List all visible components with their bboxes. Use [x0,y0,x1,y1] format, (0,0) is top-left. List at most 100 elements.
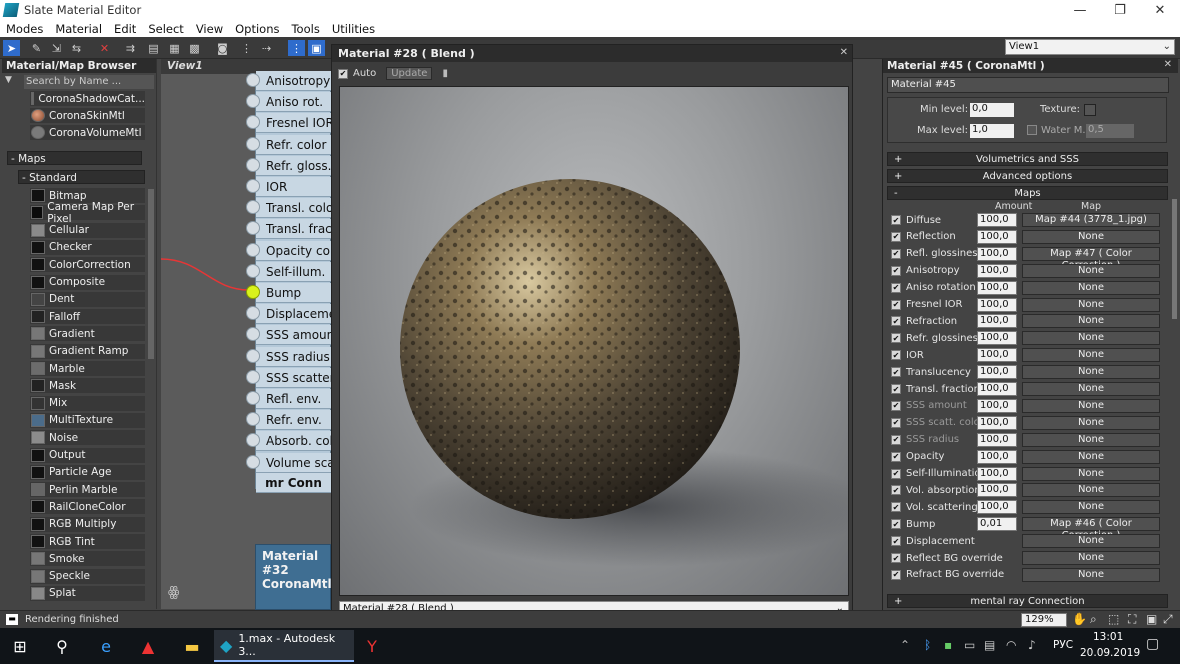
map-slot-button[interactable]: None [1022,449,1160,464]
standard-section-header[interactable]: - Standard [18,170,145,184]
rollout-maps[interactable]: - Maps [887,186,1168,200]
map-enable-checkbox[interactable]: ✔ [891,265,901,276]
notifications-icon[interactable]: ▢ [1146,636,1159,652]
browser-scrollbar[interactable] [148,189,154,359]
node-slot[interactable]: Volume scat. [256,452,331,473]
map-slot-button[interactable]: None [1022,398,1160,413]
navigation-icon[interactable]: ꙮ [168,585,179,600]
max-level-field[interactable]: 1,0 [970,124,1014,138]
node-footer[interactable]: mr Conn [256,473,331,493]
map-enable-checkbox[interactable]: ✔ [891,299,901,310]
map-amount-spinner[interactable]: 100,0 [977,263,1017,278]
menu-view[interactable]: View [190,22,229,36]
list-item[interactable]: CoronaShadowCat... [30,91,145,106]
list-item[interactable]: Perlin Marble [30,482,145,498]
menu-utilities[interactable]: Utilities [326,22,381,36]
node-slot[interactable]: IOR [256,177,331,197]
parameter-editor-toggle-icon[interactable]: ▣ [308,40,325,56]
map-slot-button[interactable]: None [1022,280,1160,295]
map-amount-spinner[interactable]: 100,0 [977,365,1017,380]
list-item[interactable]: Gradient [30,326,145,342]
node-socket[interactable] [246,391,260,405]
show-background-icon[interactable]: ▩ [186,40,203,56]
search-icon[interactable]: ⚲ [42,630,82,662]
material-name-field[interactable]: Material #45 [887,77,1169,93]
map-enable-checkbox[interactable]: ✔ [891,282,901,293]
listener-icon[interactable]: ▬ [6,614,18,625]
map-slot-button[interactable]: None [1022,466,1160,481]
node-slot[interactable]: Transl. color [256,198,331,219]
bluetooth-icon[interactable]: ᛒ [924,638,931,652]
node-slot[interactable]: Aniso rot. [256,92,331,113]
map-slot-button[interactable]: None [1022,567,1160,582]
params-close-icon[interactable]: ✕ [1164,59,1172,70]
list-item[interactable]: Gradient Ramp [30,343,145,359]
node-socket[interactable] [246,242,260,257]
map-amount-spinner[interactable]: 100,0 [977,280,1017,295]
material-browser-toggle-icon[interactable]: ⋮ [288,40,305,56]
map-enable-checkbox[interactable]: ✔ [891,400,901,411]
map-slot-button[interactable]: Map #47 ( Color Correction ) [1022,246,1160,271]
node-slot[interactable]: Absorb. color [256,431,331,452]
map-enable-checkbox[interactable]: ✔ [891,350,901,361]
node-slot[interactable]: Refr. env. [256,410,331,431]
map-amount-spinner[interactable]: 100,0 [977,432,1017,447]
menu-edit[interactable]: Edit [108,22,142,36]
node-socket[interactable] [246,369,260,384]
node-socket[interactable] [246,263,260,278]
network-icon[interactable]: ▭ [964,638,975,652]
maximize-view-icon[interactable]: ⤢ [1163,612,1173,627]
rollout-volumetrics[interactable]: + Volumetrics and SSS [887,152,1168,166]
map-amount-spinner[interactable]: 100,0 [977,500,1017,515]
list-item[interactable]: Checker [30,239,145,255]
node-slot[interactable]: SSS scatter [256,367,331,388]
map-amount-spinner[interactable]: 100,0 [977,229,1017,244]
list-item[interactable]: Particle Age [30,464,145,480]
water-checkbox[interactable] [1027,125,1037,135]
map-enable-checkbox[interactable]: ✔ [891,434,901,445]
zoom-region-icon[interactable]: ⬚ [1108,612,1119,626]
map-enable-checkbox[interactable]: ✔ [891,231,901,242]
node-slot[interactable]: Transl. frac. [256,219,331,240]
list-item[interactable]: Camera Map Per Pixel [30,201,145,225]
preview-close-icon[interactable]: ✕ [840,47,848,58]
show-end-result-icon[interactable]: ◙ [214,40,231,56]
map-slot-button[interactable]: None [1022,263,1160,278]
list-item[interactable]: Noise [30,430,145,446]
list-item[interactable]: Composite [30,274,145,290]
pick-material-icon[interactable]: ✎ [28,40,45,56]
maps-section-header[interactable]: - Maps [7,151,142,165]
list-item[interactable]: RailCloneColor [30,499,145,515]
tray-expand-icon[interactable]: ⌃ [900,638,910,652]
preview-options-icon[interactable]: ▮ [442,68,448,79]
map-slot-button[interactable]: None [1022,551,1160,565]
node-slot[interactable]: SSS amount [256,325,331,346]
node-slot[interactable]: Anisotropy [256,71,331,91]
list-item[interactable]: CoronaSkinMtl [30,108,145,123]
update-button[interactable]: Update [386,67,433,80]
material-node-32[interactable]: Material #32 CoronaMtl [255,544,332,610]
clock-date[interactable]: 20.09.2019 [1080,647,1140,659]
zoom-field[interactable]: 129% [1021,613,1067,627]
list-item[interactable]: Dent [30,291,145,307]
params-scrollbar[interactable] [1172,199,1177,319]
node-slot[interactable]: Bump [256,283,331,303]
wifi-icon[interactable]: ◠ [1006,638,1016,652]
map-enable-checkbox[interactable]: ✔ [891,536,901,547]
view-select[interactable]: View1 ⌄ [1005,39,1175,55]
map-amount-spinner[interactable]: 100,0 [977,213,1017,227]
show-map-icon[interactable]: ▦ [166,40,183,56]
map-amount-spinner[interactable]: 100,0 [977,348,1017,363]
options-arrow-icon[interactable]: ▼ [5,75,12,85]
map-enable-checkbox[interactable]: ✔ [891,215,901,225]
map-amount-spinner[interactable]: 100,0 [977,449,1017,464]
map-enable-checkbox[interactable]: ✔ [891,569,901,580]
tray-app-icon[interactable]: ▪ [944,638,952,652]
close-button[interactable]: ✕ [1140,0,1180,20]
node-slot[interactable]: Refl. env. [256,389,331,409]
node-socket[interactable] [246,348,260,363]
node-socket[interactable] [246,454,260,469]
map-amount-spinner[interactable]: 0,01 [977,517,1017,532]
zoom-extents-icon[interactable]: ⛶ [1128,612,1136,627]
map-enable-checkbox[interactable]: ✔ [891,333,901,344]
